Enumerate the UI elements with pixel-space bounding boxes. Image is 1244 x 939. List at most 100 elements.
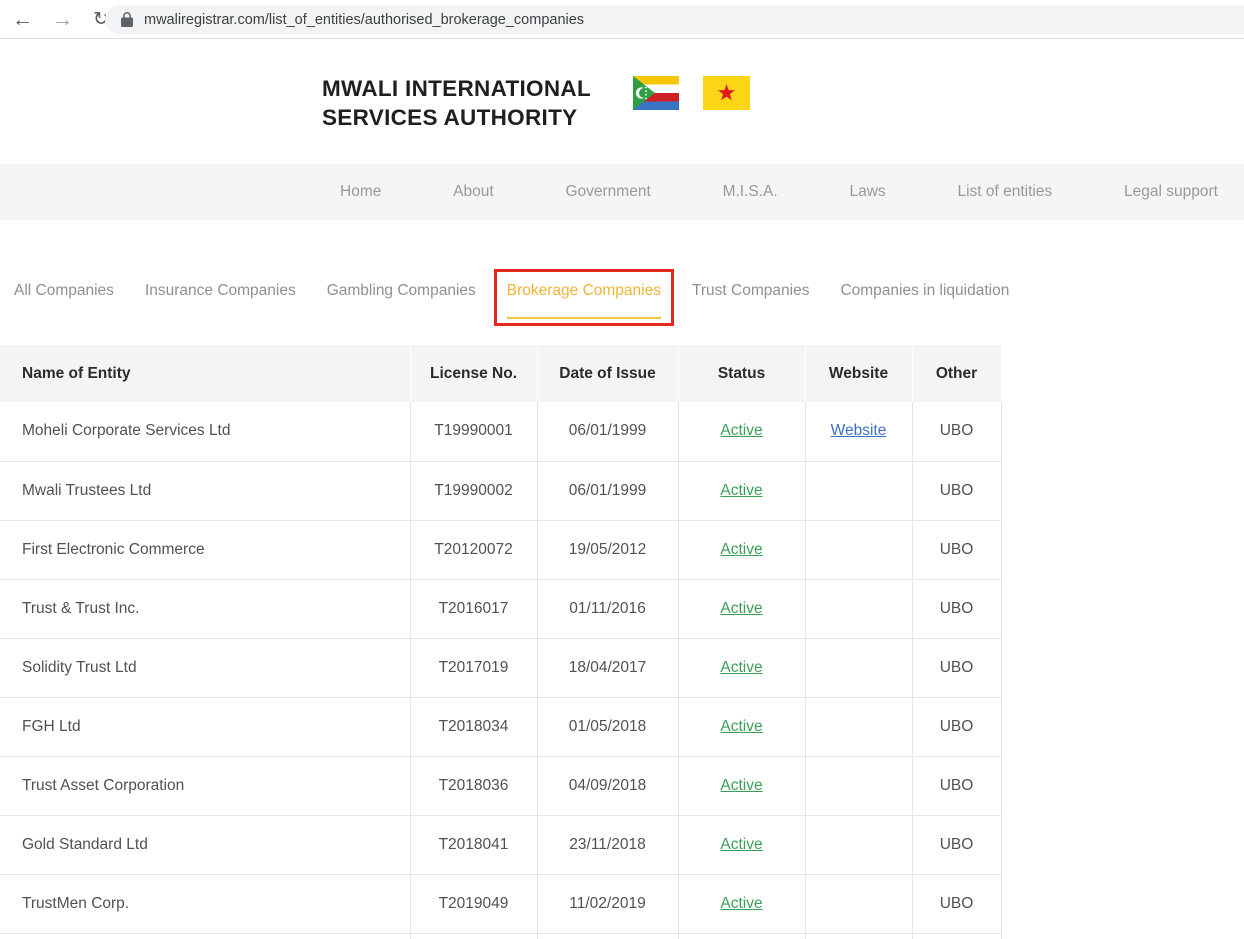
nav-item-misa[interactable]: M.I.S.A. — [723, 183, 778, 201]
status-link[interactable]: Active — [720, 836, 762, 853]
cell-other: UBO — [912, 815, 1001, 874]
tab-insurance-companies[interactable]: Insurance Companies — [145, 282, 296, 300]
cell-status: Active — [678, 697, 805, 756]
url-text: mwaliregistrar.com/list_of_entities/auth… — [144, 12, 584, 28]
cell-entity-name: Gold Standard Ltd — [0, 815, 410, 874]
table-row: Solidity Trust Ltd T2017019 18/04/2017 A… — [0, 638, 1001, 697]
cell-entity-name: First Electronic Commerce — [0, 520, 410, 579]
cell-entity-name: Mwali Trustees Ltd — [0, 461, 410, 520]
comoros-flag-icon — [633, 76, 679, 115]
cell-website: Website — [805, 402, 912, 461]
cell-date: 01/11/2016 — [537, 579, 678, 638]
cell-website — [805, 815, 912, 874]
cell-date: 23/11/2018 — [537, 815, 678, 874]
active-tab-underline — [507, 317, 661, 319]
cell-entity-name: Trust Asset Corporation — [0, 756, 410, 815]
cell-entity-name: TrustMen Corp. — [0, 874, 410, 933]
back-icon[interactable]: ← — [12, 9, 33, 30]
mwali-star-flag-icon — [703, 76, 750, 115]
cell-status: Active — [678, 461, 805, 520]
col-header-date: Date of Issue — [537, 345, 678, 402]
cell-other: UBO — [912, 874, 1001, 933]
nav-item-laws[interactable]: Laws — [849, 183, 885, 201]
cell-date: 19/05/2012 — [537, 520, 678, 579]
tab-all-companies[interactable]: All Companies — [14, 282, 114, 300]
tab-trust-companies[interactable]: Trust Companies — [692, 282, 809, 300]
website-link[interactable]: Website — [831, 422, 887, 439]
status-link[interactable]: Active — [720, 777, 762, 794]
cell-status: Active — [678, 815, 805, 874]
status-link[interactable]: Active — [720, 659, 762, 676]
cell-other: UBO — [912, 461, 1001, 520]
status-link[interactable]: Active — [720, 600, 762, 617]
status-link[interactable]: Active — [720, 895, 762, 912]
nav-item-about[interactable]: About — [453, 183, 494, 201]
table-row: Trust Asset Corporation T2018036 04/09/2… — [0, 756, 1001, 815]
main-nav: Home About Government M.I.S.A. Laws List… — [0, 164, 1244, 220]
cell-other: UBO — [912, 402, 1001, 461]
status-link[interactable]: Active — [720, 718, 762, 735]
table-row: Mwali Trustees Ltd T19990002 06/01/1999 … — [0, 461, 1001, 520]
cell-license: T2019049 — [410, 874, 537, 933]
table-header-row: Name of Entity License No. Date of Issue… — [0, 345, 1001, 402]
cell-license: T2018036 — [410, 756, 537, 815]
cell-license: T19990001 — [410, 402, 537, 461]
cell-entity-name: Trust & Trust Inc. — [0, 579, 410, 638]
cell-entity-name: Moheli Corporate Services Ltd — [0, 402, 410, 461]
cell-license: T2017019 — [410, 638, 537, 697]
address-bar[interactable]: mwaliregistrar.com/list_of_entities/auth… — [105, 5, 1244, 34]
cell-other: UBO — [912, 756, 1001, 815]
status-link[interactable]: Active — [720, 541, 762, 558]
col-header-name: Name of Entity — [0, 345, 410, 402]
cell-license: T19990002 — [410, 461, 537, 520]
cell-license: T2018034 — [410, 697, 537, 756]
cell-website — [805, 697, 912, 756]
cell-website — [805, 638, 912, 697]
tab-brokerage-companies[interactable]: Brokerage Companies — [507, 282, 661, 300]
status-link[interactable]: Active — [720, 422, 762, 439]
cell-website — [805, 520, 912, 579]
company-category-tabs: All Companies Insurance Companies Gambli… — [14, 270, 1009, 312]
cell-date: 04/09/2018 — [537, 756, 678, 815]
site-title: MWALI INTERNATIONAL SERVICES AUTHORITY — [322, 74, 591, 132]
site-title-line1: MWALI INTERNATIONAL — [322, 74, 591, 103]
table-row: First Electronic Commerce T20120072 19/0… — [0, 520, 1001, 579]
col-header-website: Website — [805, 345, 912, 402]
tab-companies-in-liquidation[interactable]: Companies in liquidation — [840, 282, 1009, 300]
nav-item-home[interactable]: Home — [340, 183, 381, 201]
table-row-partial — [0, 933, 1001, 939]
cell-date: 11/02/2019 — [537, 874, 678, 933]
tab-gambling-companies[interactable]: Gambling Companies — [327, 282, 476, 300]
cell-license: T20120072 — [410, 520, 537, 579]
table-row: TrustMen Corp. T2019049 11/02/2019 Activ… — [0, 874, 1001, 933]
browser-toolbar: ← → ↻ mwaliregistrar.com/list_of_entitie… — [0, 0, 1244, 39]
cell-website — [805, 579, 912, 638]
cell-date: 01/05/2018 — [537, 697, 678, 756]
cell-status: Active — [678, 874, 805, 933]
cell-other: UBO — [912, 520, 1001, 579]
status-link[interactable]: Active — [720, 482, 762, 499]
site-title-line2: SERVICES AUTHORITY — [322, 103, 591, 132]
nav-item-legal-support[interactable]: Legal support — [1124, 183, 1218, 201]
lock-icon[interactable] — [121, 12, 133, 27]
cell-status: Active — [678, 402, 805, 461]
col-header-license: License No. — [410, 345, 537, 402]
cell-entity-name: FGH Ltd — [0, 697, 410, 756]
cell-other: UBO — [912, 638, 1001, 697]
nav-item-government[interactable]: Government — [565, 183, 650, 201]
col-header-other: Other — [912, 345, 1001, 402]
page: ← → ↻ mwaliregistrar.com/list_of_entitie… — [0, 0, 1244, 939]
entities-table: Name of Entity License No. Date of Issue… — [0, 345, 1002, 939]
forward-icon[interactable]: → — [52, 9, 73, 30]
table-row: Moheli Corporate Services Ltd T19990001 … — [0, 402, 1001, 461]
cell-other: UBO — [912, 697, 1001, 756]
cell-status: Active — [678, 579, 805, 638]
cell-status: Active — [678, 520, 805, 579]
cell-license: T2018041 — [410, 815, 537, 874]
nav-item-list-of-entities[interactable]: List of entities — [957, 183, 1052, 201]
cell-website — [805, 874, 912, 933]
cell-website — [805, 756, 912, 815]
cell-date: 06/01/1999 — [537, 402, 678, 461]
cell-license: T2016017 — [410, 579, 537, 638]
col-header-status: Status — [678, 345, 805, 402]
